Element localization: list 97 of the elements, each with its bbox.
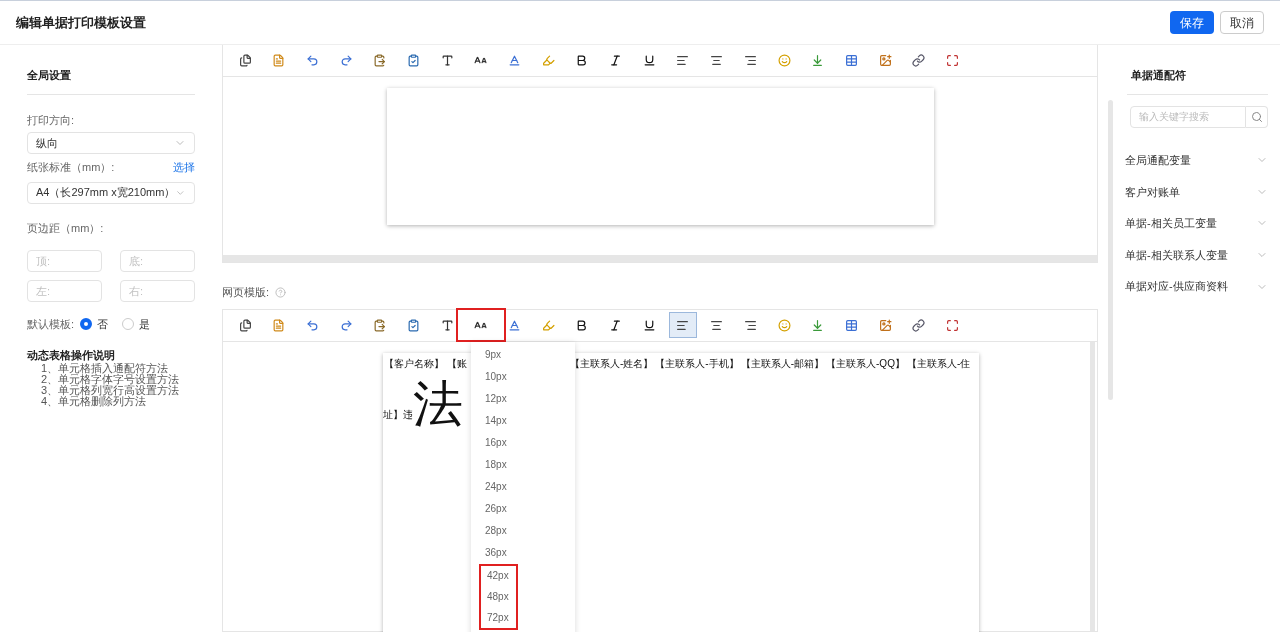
font-size-option[interactable]: 28px: [479, 519, 518, 542]
copy-icon: [238, 54, 252, 67]
accordion-item[interactable]: 单据-相关联系人变量: [1125, 246, 1228, 264]
italic-icon: [609, 54, 623, 67]
align-left-icon: [676, 54, 690, 67]
help-item: 2、单元格字体字号设置方法: [40, 374, 181, 385]
font-color-icon: [508, 318, 521, 332]
font-size-option[interactable]: 48px: [479, 585, 518, 608]
align-right-icon: [743, 54, 757, 67]
field-label: 纸张标准（mm）:: [27, 160, 115, 175]
paper-select[interactable]: A4（长297mm x宽210mm）: [27, 181, 195, 204]
section-title: 单据通配符: [1127, 67, 1268, 95]
search-field[interactable]: 输入关键字搜索: [1130, 105, 1246, 128]
font-icon: [440, 54, 454, 67]
cancel-button[interactable]: 取消: [1220, 11, 1264, 34]
help-title: 动态表格操作说明: [27, 347, 116, 363]
help-item: 1、单元格插入通配符方法: [40, 363, 170, 374]
margin-field[interactable]: 顶:: [27, 250, 102, 272]
clipboard-icon: [406, 318, 420, 332]
placeholder-tag: 【账: [447, 355, 467, 371]
section-title: 全局设置: [27, 67, 195, 95]
link-icon: [912, 54, 926, 67]
radio-option[interactable]: 否: [80, 316, 109, 333]
field-label: 打印方向:: [27, 112, 76, 128]
search-icon: [1250, 110, 1263, 123]
orientation-select[interactable]: 纵向: [27, 132, 195, 154]
font-size-option[interactable]: 9px: [479, 343, 518, 366]
align-center-icon: [710, 318, 724, 332]
bold-icon: [575, 318, 589, 332]
table-icon: [844, 318, 858, 332]
undo-icon: [305, 318, 319, 332]
bold-icon: [575, 54, 589, 67]
margin-field[interactable]: 右:: [120, 280, 195, 302]
smiley-icon: [777, 54, 791, 67]
font-size-option[interactable]: 24px: [479, 475, 518, 498]
image-icon: [878, 54, 892, 67]
insert-line-icon: [811, 54, 825, 67]
paste-icon: [373, 318, 387, 332]
help-item: 4、单元格删除列方法: [40, 396, 148, 407]
accordion-item[interactable]: 客户对账单: [1125, 183, 1180, 201]
field-label: 网页模版:: [222, 285, 270, 300]
align-left-button[interactable]: [668, 312, 697, 338]
copy-icon: [238, 318, 252, 332]
document-icon: [272, 54, 286, 67]
font-color-icon: [508, 54, 521, 67]
radio-option[interactable]: 是: [122, 316, 151, 333]
fullscreen-icon: [945, 54, 959, 67]
underline-icon: [642, 54, 656, 67]
image-icon: [878, 318, 892, 332]
align-right-icon: [743, 318, 757, 332]
font-size-option[interactable]: 14px: [479, 409, 518, 432]
placeholder-tag: 【主联系人-住: [906, 355, 971, 371]
search-button[interactable]: [1246, 105, 1268, 128]
field-label: 页边距（mm）:: [27, 220, 105, 236]
link-icon: [912, 318, 926, 332]
table-icon: [844, 54, 858, 67]
clipboard-icon: [406, 54, 420, 67]
redo-icon: [339, 318, 353, 332]
align-center-icon: [710, 54, 724, 67]
font-size-option[interactable]: 36px: [479, 541, 518, 564]
align-left-icon: [676, 318, 690, 332]
underline-icon: [642, 318, 656, 332]
placeholder-tag: 【主联系人-姓名】: [570, 355, 654, 371]
accordion-item[interactable]: 单据对应-供应商资料: [1125, 278, 1228, 295]
placeholder-tag: 【客户名称】: [384, 355, 444, 371]
large-text: 法: [413, 377, 463, 430]
document-text: 址】违: [383, 407, 413, 422]
page-title: 编辑单据打印模板设置: [16, 13, 146, 32]
document-icon: [272, 318, 286, 332]
font-size-option[interactable]: 72px: [479, 607, 518, 630]
select-link[interactable]: 选择: [173, 159, 195, 176]
highlight-icon: [541, 54, 555, 67]
font-size-option[interactable]: 42px: [479, 563, 518, 586]
font-size-option[interactable]: 26px: [479, 497, 518, 520]
paste-icon: [373, 54, 387, 67]
insert-line-icon: [811, 318, 825, 332]
fullscreen-icon: [945, 318, 959, 332]
help-item: 3、单元格列宽行高设置方法: [40, 385, 181, 396]
placeholder-tag: 【主联系人-手机】: [655, 355, 739, 371]
highlight-icon: [541, 318, 555, 332]
font-icon: [440, 318, 454, 332]
undo-icon: [305, 54, 319, 67]
margin-field[interactable]: 左:: [27, 280, 102, 302]
smiley-icon: [777, 318, 791, 332]
font-size-option[interactable]: 12px: [479, 387, 518, 410]
font-size-option[interactable]: 18px: [479, 453, 518, 476]
redo-icon: [339, 54, 353, 67]
placeholder-tag: 【主联系人-QQ】: [826, 355, 905, 371]
italic-icon: [609, 318, 623, 332]
help-icon: [275, 286, 287, 298]
font-size-option[interactable]: 16px: [479, 431, 518, 454]
placeholder-tag: 【主联系人-邮箱】: [740, 355, 825, 371]
save-button[interactable]: 保存: [1170, 11, 1214, 34]
accordion-item[interactable]: 单据-相关员工变量: [1125, 215, 1217, 232]
accordion-item[interactable]: 全局通配变量: [1125, 152, 1191, 169]
font-size-option[interactable]: 10px: [479, 365, 518, 388]
field-label: 默认模板:: [27, 317, 75, 332]
